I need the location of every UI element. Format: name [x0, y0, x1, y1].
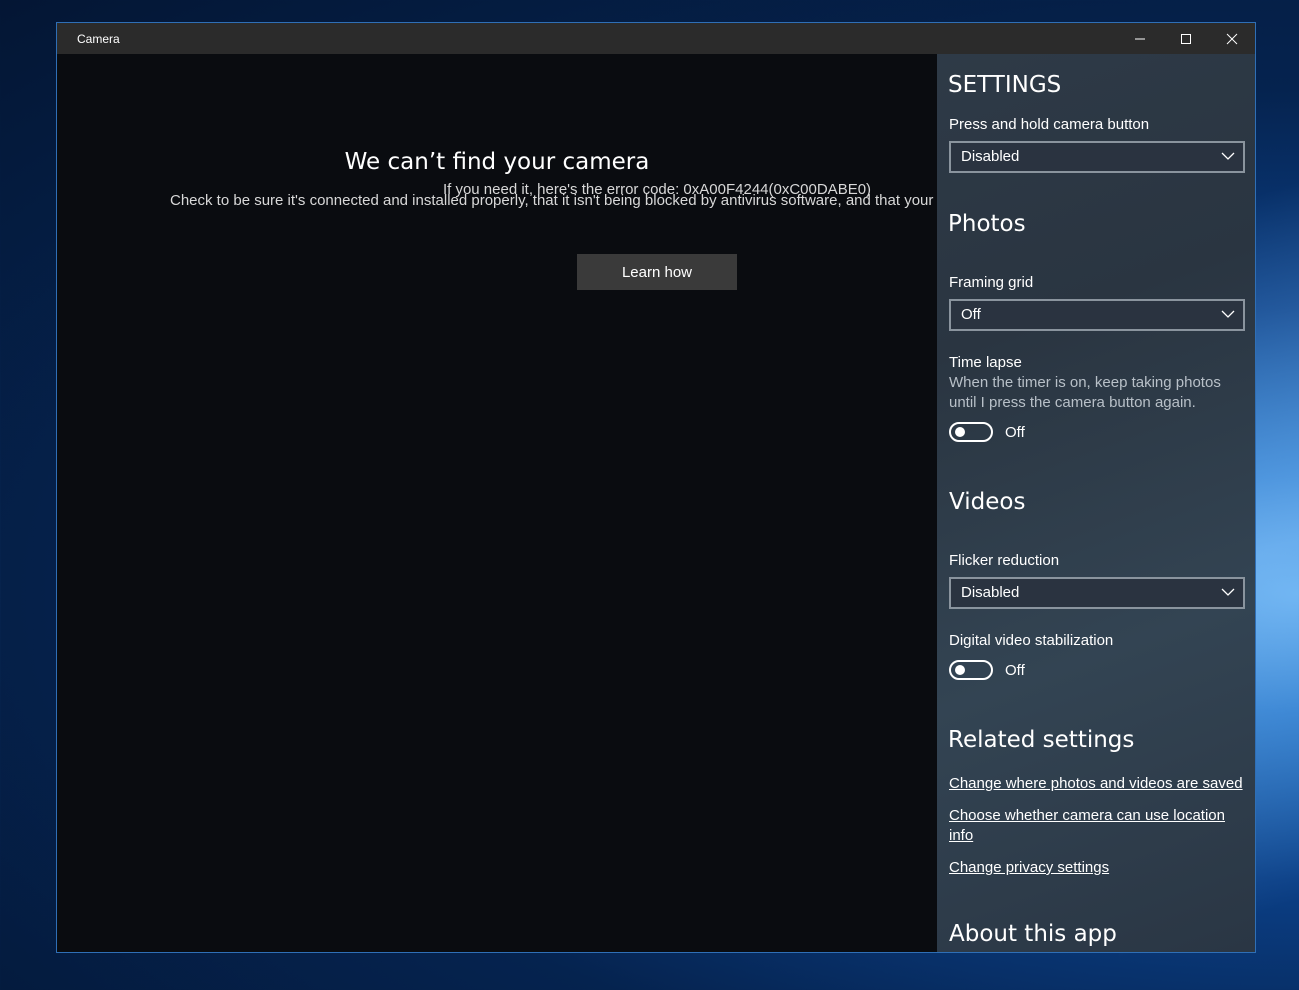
flicker-reduction-label: Flicker reduction [949, 552, 1060, 569]
about-heading: About this app [949, 921, 1117, 947]
toggle-knob [955, 427, 965, 437]
link-save-location[interactable]: Change where photos and videos are saved [949, 774, 1245, 794]
time-lapse-description: When the timer is on, keep taking photos… [949, 374, 1221, 411]
minimize-button[interactable] [1117, 23, 1163, 54]
flicker-reduction-dropdown[interactable]: Disabled [949, 577, 1245, 609]
photos-heading: Photos [948, 211, 1026, 237]
flicker-reduction-value: Disabled [961, 584, 1020, 601]
time-lapse-state: Off [1005, 424, 1025, 441]
framing-grid-dropdown[interactable]: Off [949, 299, 1245, 331]
minimize-icon [1135, 38, 1145, 39]
toggle-knob [955, 665, 965, 675]
related-settings-heading: Related settings [948, 727, 1135, 753]
settings-panel: SETTINGS Press and hold camera button Di… [937, 54, 1255, 952]
stabilization-toggle[interactable] [949, 660, 993, 680]
camera-window: Camera We can’t find your camera Check t… [56, 22, 1256, 953]
stabilization-label: Digital video stabilization [949, 632, 1114, 649]
maximize-button[interactable] [1163, 23, 1209, 54]
settings-heading: SETTINGS [948, 72, 1062, 98]
chevron-down-icon [1221, 310, 1235, 318]
framing-grid-label: Framing grid [949, 274, 1034, 291]
time-lapse-label: Time lapse [949, 354, 1022, 371]
link-location-info[interactable]: Choose whether camera can use location i… [949, 806, 1245, 846]
stabilization-state: Off [1005, 662, 1025, 679]
time-lapse-toggle[interactable] [949, 422, 993, 442]
maximize-icon [1181, 33, 1191, 44]
link-privacy-settings[interactable]: Change privacy settings [949, 858, 1245, 878]
window-title: Camera [77, 32, 120, 46]
framing-grid-value: Off [961, 306, 981, 323]
camera-button-dropdown[interactable]: Disabled [949, 141, 1245, 173]
learn-how-button[interactable]: Learn how [577, 254, 737, 290]
chevron-down-icon [1221, 152, 1235, 160]
chevron-down-icon [1221, 588, 1235, 596]
camera-button-label: Press and hold camera button [949, 116, 1150, 133]
close-button[interactable] [1209, 23, 1255, 54]
videos-heading: Videos [949, 489, 1026, 515]
camera-button-value: Disabled [961, 148, 1020, 165]
error-title: We can’t find your camera [344, 149, 650, 175]
close-icon [1226, 33, 1238, 44]
title-bar[interactable]: Camera [57, 23, 1255, 54]
